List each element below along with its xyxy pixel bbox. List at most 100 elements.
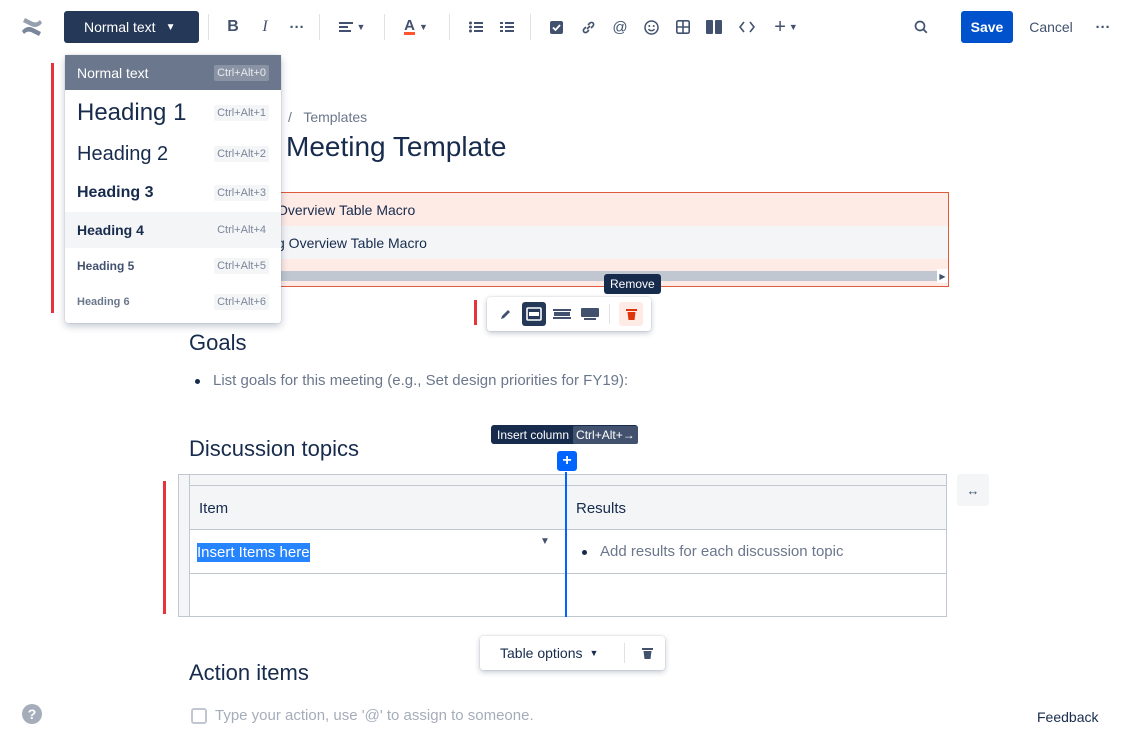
- numbered-list-icon[interactable]: [497, 14, 517, 40]
- shortcut-badge: Ctrl+Alt+1: [214, 105, 269, 121]
- goals-list-item[interactable]: List goals for this meeting (e.g., Set d…: [213, 372, 628, 389]
- chevron-down-icon: ▼: [165, 21, 176, 33]
- link-icon[interactable]: [578, 14, 598, 40]
- action-item-placeholder[interactable]: Type your action, use '@' to assign to s…: [215, 707, 534, 724]
- emoji-icon[interactable]: [641, 14, 661, 40]
- text-color-icon[interactable]: A ▼: [398, 14, 434, 40]
- scroll-right-icon[interactable]: ▶: [937, 269, 948, 283]
- code-icon[interactable]: [736, 14, 758, 40]
- confluence-logo-icon[interactable]: [18, 14, 46, 40]
- italic-icon[interactable]: I: [254, 14, 276, 40]
- page-properties-macro[interactable]: Overview Table Macro g Overview Table Ma…: [230, 192, 949, 287]
- shortcut-badge: Ctrl+Alt+4: [214, 222, 269, 238]
- layout-full-width-icon[interactable]: [578, 302, 602, 326]
- page-title[interactable]: Meeting Template: [286, 131, 507, 163]
- layout-center-icon[interactable]: [522, 302, 546, 326]
- text-style-dropdown[interactable]: Normal text ▼: [64, 11, 199, 43]
- table-column-controls[interactable]: [179, 475, 946, 486]
- insert-column-shortcut: Ctrl+Alt+→: [573, 425, 638, 444]
- bullet-icon: [195, 379, 200, 384]
- action-item-icon[interactable]: [546, 14, 566, 40]
- macro-toolbar: [487, 297, 651, 331]
- shortcut-badge: Ctrl+Alt+6: [214, 294, 269, 310]
- breadcrumb-separator: /: [288, 109, 292, 125]
- bold-icon[interactable]: B: [222, 14, 244, 40]
- menu-item-label: Heading 4: [77, 222, 144, 238]
- table-header-results[interactable]: Results: [567, 486, 946, 530]
- menu-item-heading-4[interactable]: Heading 4 Ctrl+Alt+4: [65, 212, 281, 248]
- bullet-list-icon[interactable]: [466, 14, 486, 40]
- menu-item-heading-2[interactable]: Heading 2 Ctrl+Alt+2: [65, 134, 281, 174]
- menu-item-label: Heading 6: [77, 296, 130, 308]
- toolbar-divider: [384, 14, 385, 40]
- change-marker: [51, 63, 54, 313]
- shortcut-badge: Ctrl+Alt+2: [214, 146, 269, 162]
- selected-cell-text[interactable]: Insert Items here: [197, 543, 310, 562]
- menu-item-label: Heading 5: [77, 259, 135, 273]
- alignment-icon[interactable]: ▼: [334, 14, 370, 40]
- cell-options-chevron-icon[interactable]: ▼: [536, 532, 554, 550]
- macro-row: Overview Table Macro: [277, 201, 416, 218]
- insert-column-plus-icon[interactable]: +: [557, 451, 577, 471]
- insert-column-tooltip: Insert column Ctrl+Alt+→: [491, 425, 638, 444]
- table-row[interactable]: [190, 574, 946, 616]
- toolbar-divider: [609, 304, 610, 324]
- trash-icon[interactable]: [619, 302, 643, 326]
- menu-item-label: Heading 3: [77, 184, 154, 201]
- table-options-button[interactable]: Table options ▼: [500, 636, 598, 670]
- cancel-button[interactable]: Cancel: [1022, 11, 1080, 43]
- menu-item-label: Heading 2: [77, 142, 169, 165]
- breadcrumb-link-templates[interactable]: Templates: [303, 109, 367, 125]
- layout-wide-icon[interactable]: [550, 302, 574, 326]
- toolbar-divider: [449, 14, 450, 40]
- editor-toolbar: Normal text ▼ B I ··· ▼ A ▼ @ + ▼ Save C…: [0, 0, 1130, 54]
- insert-column-label: Insert column: [497, 427, 570, 442]
- delete-table-trash-icon[interactable]: [635, 641, 659, 665]
- breadcrumb: / Templates: [288, 109, 367, 125]
- menu-item-label: Heading 1: [77, 99, 187, 126]
- edit-pencil-icon[interactable]: [494, 302, 518, 326]
- toolbar-divider: [208, 14, 209, 40]
- text-style-menu: Normal text Ctrl+Alt+0 Heading 1 Ctrl+Al…: [65, 55, 281, 323]
- goals-heading[interactable]: Goals: [189, 330, 246, 356]
- more-formatting-icon[interactable]: ···: [286, 14, 308, 40]
- toolbar-divider: [530, 14, 531, 40]
- chevron-down-icon: ▼: [589, 648, 599, 658]
- menu-item-heading-3[interactable]: Heading 3 Ctrl+Alt+3: [65, 174, 281, 212]
- discussion-topics-heading[interactable]: Discussion topics: [189, 436, 359, 462]
- table-header-item[interactable]: Item: [190, 486, 566, 530]
- feedback-link[interactable]: Feedback: [1037, 709, 1098, 725]
- layouts-icon[interactable]: [704, 14, 724, 40]
- toolbar-divider: [319, 14, 320, 40]
- help-icon[interactable]: ?: [22, 704, 42, 724]
- menu-item-label: Normal text: [77, 64, 149, 81]
- macro-scrollbar[interactable]: [231, 271, 937, 281]
- table-options-label: Table options: [500, 645, 583, 661]
- mention-icon[interactable]: @: [610, 14, 630, 40]
- action-item-checkbox[interactable]: [191, 708, 207, 724]
- menu-item-normal-text[interactable]: Normal text Ctrl+Alt+0: [65, 55, 281, 90]
- remove-tooltip: Remove: [604, 274, 661, 294]
- menu-item-heading-6[interactable]: Heading 6 Ctrl+Alt+6: [65, 284, 281, 320]
- search-icon[interactable]: [910, 14, 932, 40]
- menu-item-heading-5[interactable]: Heading 5 Ctrl+Alt+5: [65, 248, 281, 284]
- table-floating-toolbar: Table options ▼: [480, 636, 665, 670]
- shortcut-badge: Ctrl+Alt+0: [214, 64, 269, 81]
- results-cell-text[interactable]: Add results for each discussion topic: [600, 543, 843, 560]
- macro-row: g Overview Table Macro: [231, 226, 948, 259]
- save-button[interactable]: Save: [961, 11, 1013, 43]
- shortcut-badge: Ctrl+Alt+3: [214, 185, 269, 201]
- text-style-label: Normal text: [84, 19, 156, 35]
- table-icon[interactable]: [673, 14, 693, 40]
- change-marker: [474, 300, 477, 325]
- change-marker: [163, 481, 166, 614]
- menu-item-heading-1[interactable]: Heading 1 Ctrl+Alt+1: [65, 92, 281, 134]
- table-row-controls[interactable]: [179, 475, 190, 616]
- toolbar-divider: [624, 643, 625, 663]
- insert-icon[interactable]: + ▼: [769, 14, 803, 40]
- action-items-heading[interactable]: Action items: [189, 660, 309, 686]
- shortcut-badge: Ctrl+Alt+5: [214, 258, 269, 274]
- more-icon[interactable]: ···: [1092, 14, 1114, 40]
- table-width-toggle-icon[interactable]: ↔: [957, 474, 989, 506]
- insert-column-indicator: [565, 472, 567, 617]
